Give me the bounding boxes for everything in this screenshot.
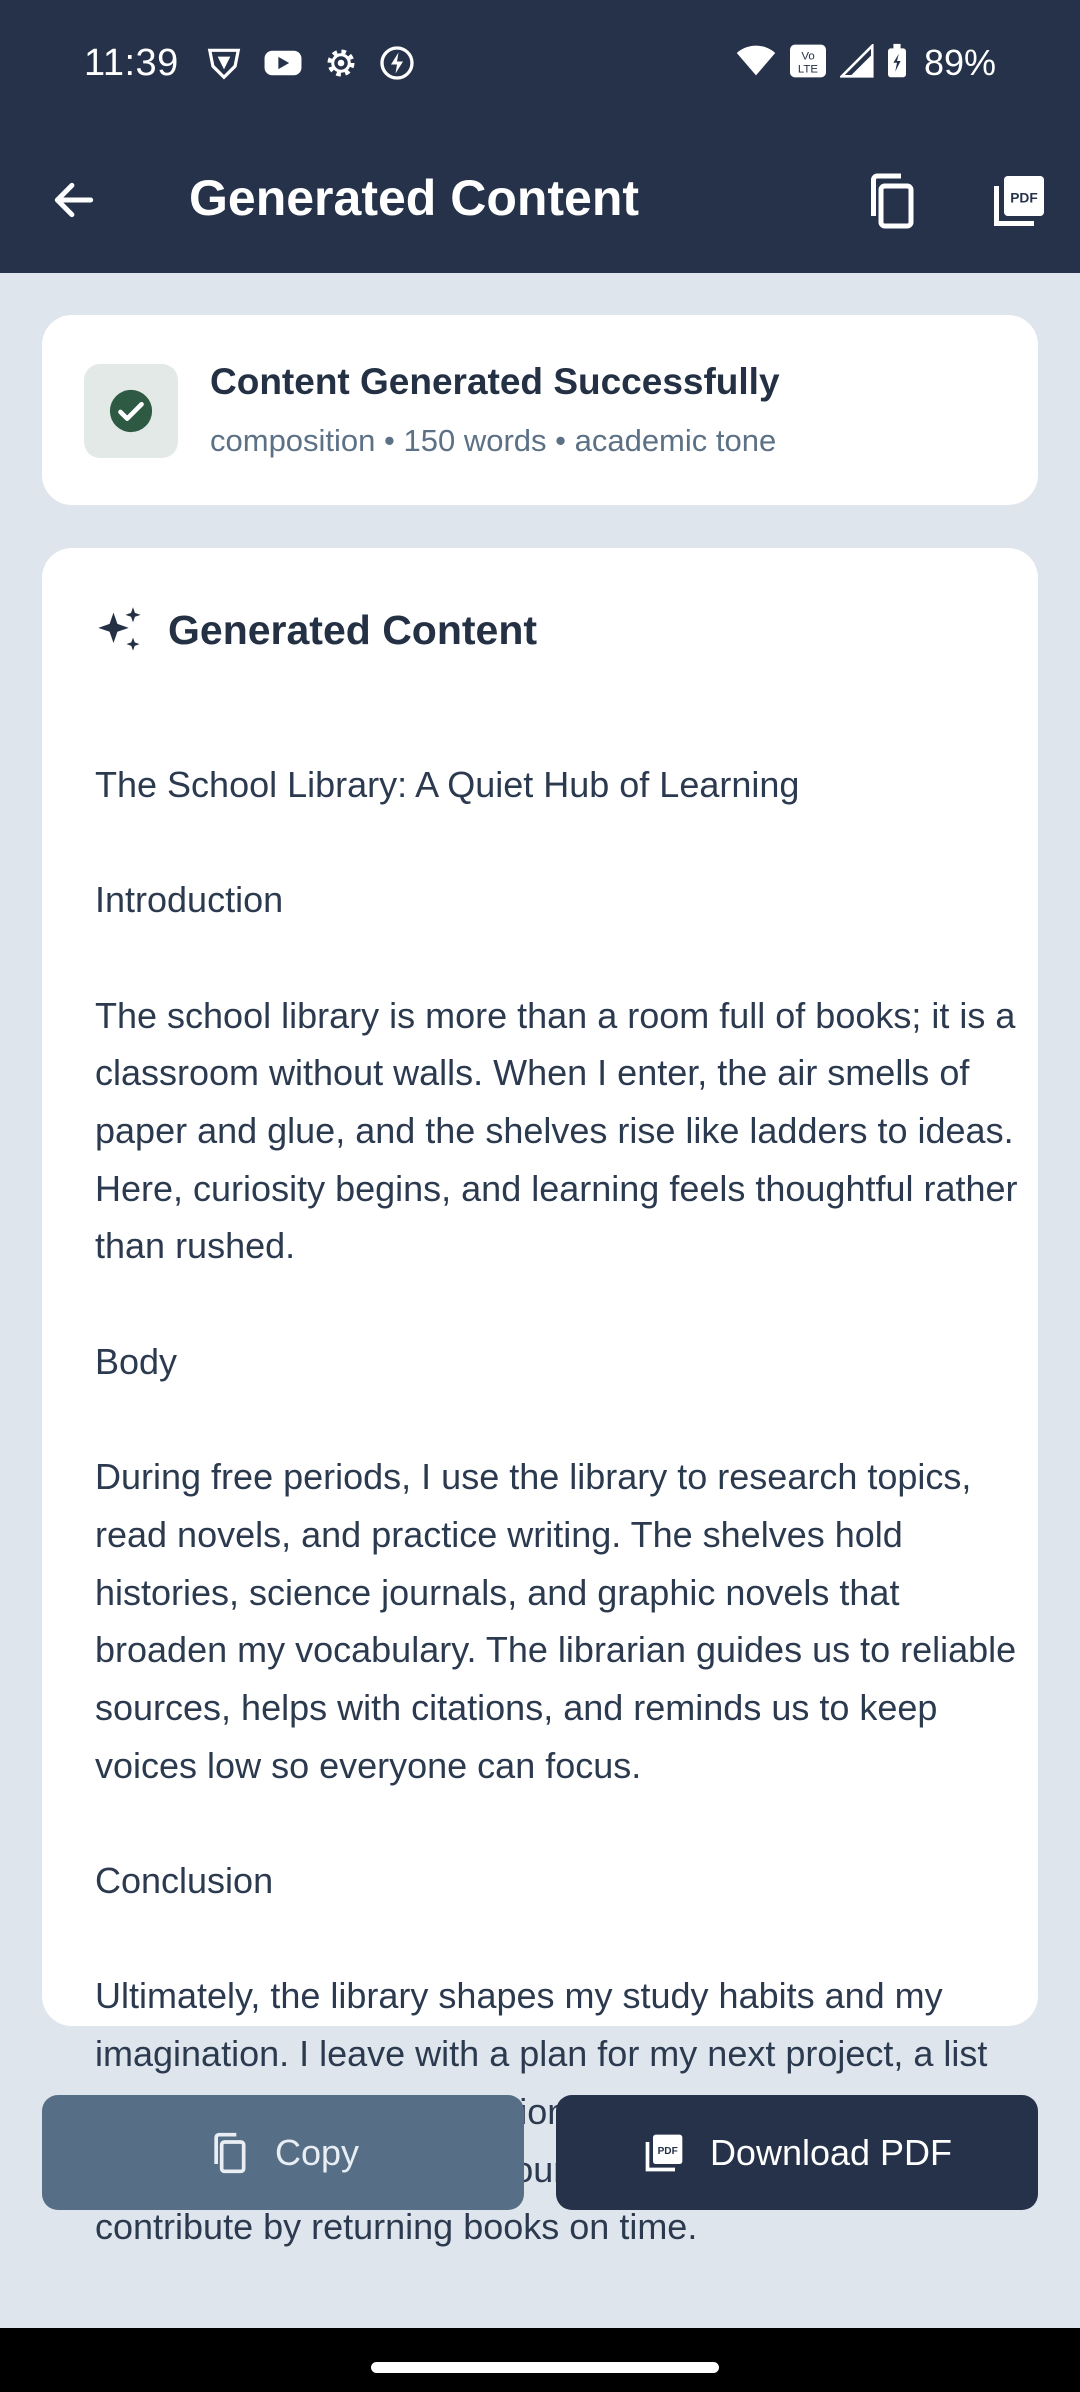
copy-icon (871, 173, 914, 229)
generated-content-card: Generated Content The School Library: A … (42, 548, 1038, 2247)
success-icon-box (84, 364, 178, 458)
svg-text:Vo: Vo (801, 50, 814, 62)
copy-action-button[interactable] (858, 168, 924, 234)
download-pdf-button[interactable]: PDF Download PDF (556, 2095, 1038, 2210)
page-title: Generated Content (189, 170, 640, 226)
pdf-icon: PDF (645, 2134, 683, 2171)
download-pdf-action-button[interactable]: PDF (986, 168, 1052, 234)
status-bar: 11:39 Vo LTE 89% (0, 0, 1080, 126)
content-heading: Generated Content (168, 606, 538, 653)
battery-percentage: 89% (923, 42, 996, 83)
volte-badge-icon: Vo LTE (788, 43, 828, 84)
youtube-icon (263, 47, 303, 79)
content-paragraph: Introduction (95, 879, 284, 921)
charging-bolt-icon (379, 45, 415, 81)
success-title: Content Generated Successfully (210, 361, 780, 402)
arrow-left-icon (54, 182, 94, 218)
battery-icon (886, 43, 908, 84)
content-paragraph: Conclusion (95, 1860, 274, 1902)
settings-gear-icon (323, 45, 359, 81)
app-bar: Generated Content PDF (0, 126, 1080, 273)
content-paragraph: The school library is more than a room f… (95, 994, 1018, 1267)
pdf-icon: PDF (994, 176, 1044, 226)
svg-text:LTE: LTE (798, 63, 818, 75)
status-notification-icons (205, 44, 415, 82)
vpn-shield-icon (205, 44, 243, 82)
content-paragraph: During free periods, I use the library t… (95, 1456, 1017, 1786)
copy-button[interactable]: Copy (42, 2095, 524, 2210)
content-body: The School Library: A Quiet Hub of Learn… (95, 698, 1025, 2314)
system-navigation-bar (0, 2328, 1080, 2392)
status-system-icons: Vo LTE 89% (736, 42, 996, 84)
back-button[interactable] (44, 170, 104, 230)
svg-text:PDF: PDF (1010, 190, 1038, 205)
success-meta: composition • 150 words • academic tone (210, 423, 777, 458)
success-card: Content Generated Successfully compositi… (42, 315, 1038, 505)
wifi-icon (736, 45, 776, 82)
copy-icon (214, 2132, 246, 2173)
content-header: Generated Content (94, 604, 537, 656)
home-gesture-handle[interactable] (371, 2362, 719, 2373)
cell-signal-icon (838, 42, 874, 83)
copy-button-label: Copy (274, 2131, 360, 2173)
check-circle-icon (109, 389, 153, 433)
sparkles-icon (98, 607, 141, 651)
app-header: 11:39 Vo LTE 89% Generated Content PDF (0, 0, 1080, 273)
status-time: 11:39 (84, 41, 179, 84)
content-paragraph: Body (95, 1340, 178, 1382)
content-paragraph: The School Library: A Quiet Hub of Learn… (95, 763, 800, 805)
download-pdf-label: Download PDF (709, 2131, 953, 2173)
svg-text:PDF: PDF (658, 2145, 678, 2156)
